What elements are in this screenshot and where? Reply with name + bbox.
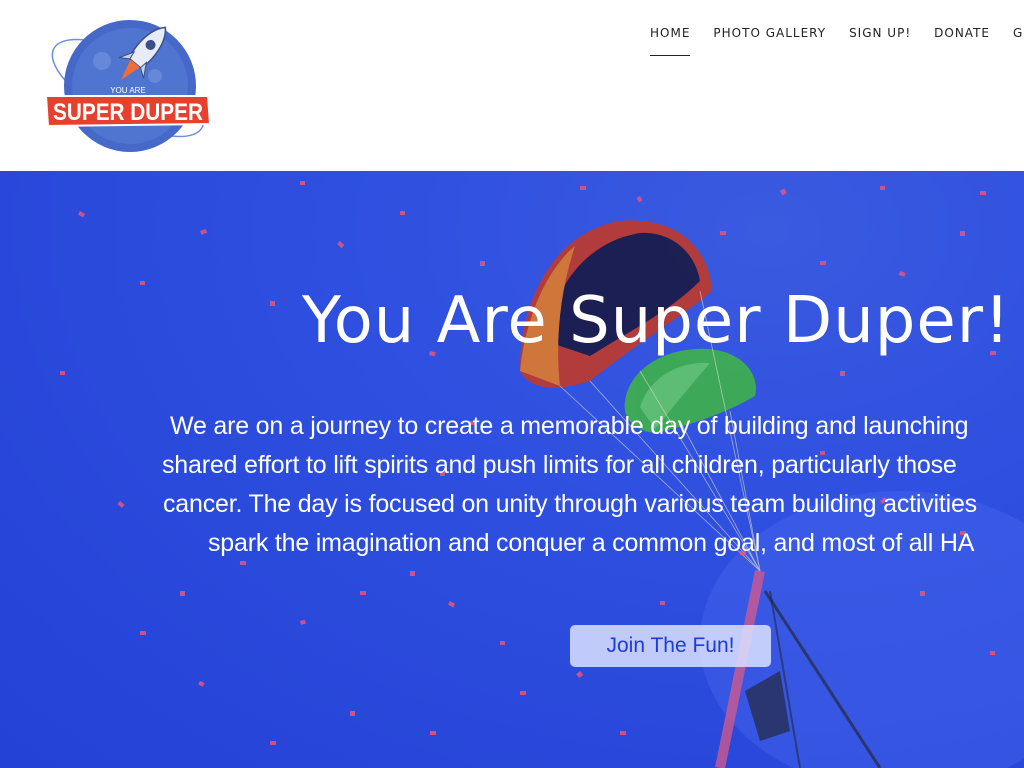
- logo-big-text: SUPER DUPER: [53, 99, 203, 126]
- nav-item-home[interactable]: HOME: [650, 26, 691, 56]
- main-nav: HOME PHOTO GALLERY SIGN UP! DONATE GET: [650, 26, 1024, 56]
- site-logo[interactable]: YOU ARE SUPER DUPER: [40, 16, 215, 156]
- site-header: YOU ARE SUPER DUPER HOME PHOTO GALLERY S…: [0, 0, 1024, 171]
- hero-paragraph-line: cancer. The day is focused on unity thro…: [163, 490, 977, 518]
- hero-paragraph-line: shared effort to lift spirits and push l…: [162, 451, 957, 479]
- hero-title: You Are Super Duper!: [302, 284, 1011, 358]
- join-the-fun-button[interactable]: Join The Fun!: [570, 625, 771, 667]
- hero-paragraph-line: We are on a journey to create a memorabl…: [170, 412, 969, 440]
- hero-section: You Are Super Duper! We are on a journey…: [0, 171, 1024, 768]
- logo-small-text: YOU ARE: [110, 86, 146, 95]
- hero-paragraph-line: spark the imagination and conquer a comm…: [208, 529, 975, 557]
- nav-item-donate[interactable]: DONATE: [934, 26, 990, 56]
- nav-item-sign-up[interactable]: SIGN UP!: [849, 26, 911, 56]
- nav-item-photo-gallery[interactable]: PHOTO GALLERY: [713, 26, 826, 56]
- nav-item-get[interactable]: GET: [1013, 26, 1024, 56]
